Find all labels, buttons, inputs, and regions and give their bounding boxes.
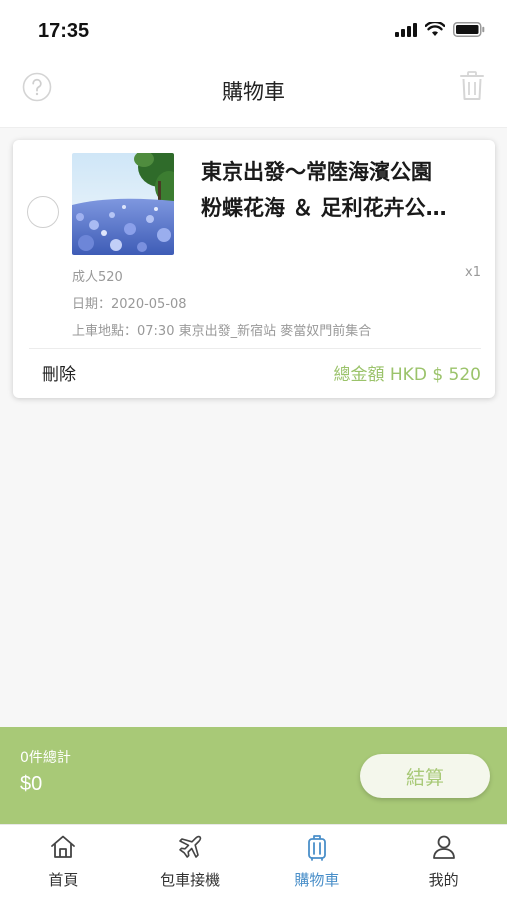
card-divider [29,348,481,349]
tab-home-label: 首頁 [48,871,79,889]
tab-charter-transfer[interactable]: 包車接機 [127,825,254,900]
select-item-radio[interactable] [27,196,59,228]
trip-date: 日期：2020-05-08 [72,297,187,312]
selected-sum: $0 [20,773,43,795]
trash-icon[interactable] [459,70,485,102]
item-quantity: x1 [465,265,481,280]
cellular-signal-icon [395,22,417,37]
plane-icon [179,835,202,858]
battery-icon [453,22,485,37]
product-title-line-1: 東京出發～常陸海濱公園 [201,160,432,184]
tab-cart-label: 購物車 [294,871,340,889]
checkout-bar: 0件總計 $0 結算 [0,727,507,824]
luggage-icon [307,835,326,861]
product-thumbnail[interactable] [72,153,174,255]
delete-button[interactable]: 刪除 [42,360,76,385]
status-icons [395,22,485,37]
cart-item-card: 東京出發～常陸海濱公園 粉蝶花海 ＆ 足利花卉公… 成人520 x1 日期：20… [13,140,495,398]
product-title[interactable]: 東京出發～常陸海濱公園 粉蝶花海 ＆ 足利花卉公… [201,154,483,226]
tab-bar: 首頁 包車接機 購物車 我的 [0,824,507,900]
tab-cart[interactable]: 購物車 [254,825,381,900]
status-time: 17:35 [38,20,90,42]
tab-charter-transfer-label: 包車接機 [160,871,221,889]
product-title-line-2: 粉蝶花海 ＆ 足利花卉公… [201,196,447,220]
pickup-point: 上車地點：07:30 東京出發_新宿站 麥當奴門前集合 [72,324,372,339]
item-total: 總金額 HKD $ 520 [333,365,482,385]
person-icon [432,835,455,859]
ticket-type: 成人520 [72,270,123,285]
home-icon [51,835,76,858]
tab-home[interactable]: 首頁 [0,825,127,900]
page-title: 購物車 [222,80,285,104]
tab-profile-label: 我的 [428,871,459,889]
nav-bar: 購物車 [0,62,507,128]
wifi-icon [425,22,445,36]
tab-profile[interactable]: 我的 [380,825,507,900]
checkout-button[interactable]: 結算 [360,754,490,798]
selected-count-label: 0件總計 [20,750,71,766]
status-bar: 17:35 [0,0,507,62]
